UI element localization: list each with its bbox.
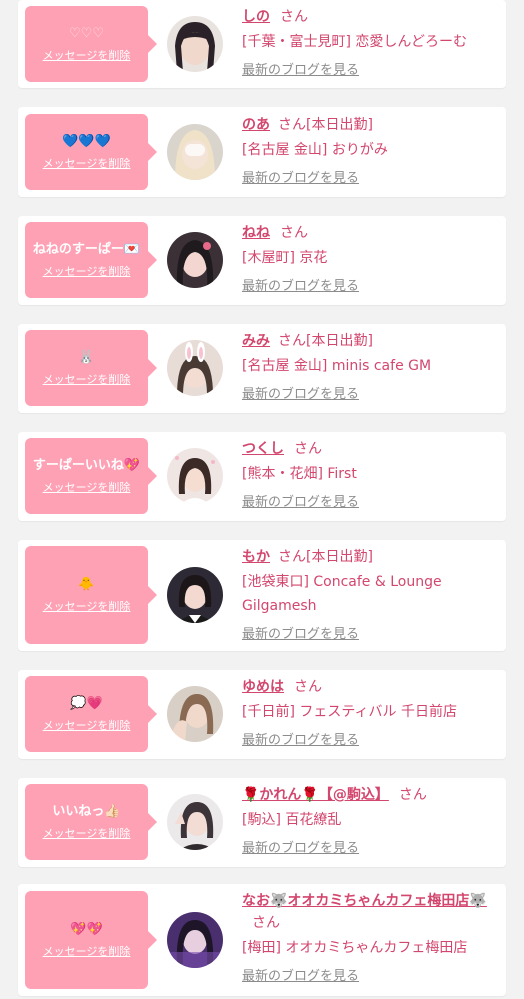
cast-info: なお🐺オオカミちゃんカフェ梅田店🐺 さん [梅田] オオカミちゃんカフェ梅田店 最… (242, 890, 500, 985)
latest-blog-link[interactable]: 最新のブログを見る (242, 732, 500, 749)
delete-message-link[interactable]: メッセージを削除 (43, 373, 131, 387)
shop-name: [千葉・富士見町] 恋愛しんどろーむ (242, 34, 467, 50)
cast-info: ゆめは さん [千日前] フェスティバル 千日前店 最新のブログを見る (242, 676, 500, 749)
message-bubble: ♡♡♡ メッセージを削除 (25, 6, 157, 82)
message-bubble: いいねっ👍🏻 メッセージを削除 (25, 784, 157, 860)
honorific: さん (278, 117, 306, 133)
avatar[interactable] (167, 686, 223, 742)
bubble-message: 💭💗 (70, 696, 103, 711)
honorific: さん (294, 679, 322, 695)
shop-name: [梅田] オオカミちゃんカフェ梅田店 (242, 940, 468, 956)
list-item: 💖💖 メッセージを削除 なお🐺オオカミちゃんカフェ梅田店🐺 さん [梅田] オオカ… (18, 884, 506, 996)
cast-info: ねね さん [木屋町] 京花 最新のブログを見る (242, 222, 500, 295)
status-badge: [本日出勤] (306, 333, 373, 349)
list-item: ねねのすーぱー💌 メッセージを削除 ねね さん [木屋町] 京花 最新のブログを見… (18, 216, 506, 305)
bubble-message: 🐥 (78, 577, 95, 592)
latest-blog-link[interactable]: 最新のブログを見る (242, 968, 500, 985)
cast-info: 🌹かれん🌹【@駒込】 さん [駒込] 百花繚乱 最新のブログを見る (242, 784, 500, 857)
shop-name: [名古屋 金山] おりがみ (242, 142, 388, 158)
cast-info: つくし さん [熊本・花畑] First 最新のブログを見る (242, 438, 500, 511)
avatar[interactable] (167, 448, 223, 504)
honorific: さん (398, 787, 427, 803)
cast-info: のあ さん[本日出勤] [名古屋 金山] おりがみ 最新のブログを見る (242, 114, 500, 187)
status-badge: [本日出勤] (306, 549, 373, 565)
shop-name: [池袋東口] Concafe & Lounge Gilgamesh (242, 574, 442, 614)
avatar[interactable] (167, 794, 223, 850)
cast-info: もか さん[本日出勤] [池袋東口] Concafe & Lounge Gilga… (242, 546, 500, 643)
delete-message-link[interactable]: メッセージを削除 (43, 600, 131, 614)
honorific: さん (280, 225, 308, 241)
cast-name-link[interactable]: なお🐺オオカミちゃんカフェ梅田店🐺 (242, 893, 487, 909)
cast-name-link[interactable]: のあ (242, 117, 270, 133)
latest-blog-link[interactable]: 最新のブログを見る (242, 278, 500, 295)
avatar[interactable] (167, 912, 223, 968)
delete-message-link[interactable]: メッセージを削除 (43, 945, 131, 959)
avatar[interactable] (167, 124, 223, 180)
cast-info: みみ さん[本日出勤] [名古屋 金山] minis cafe GM 最新のブログ… (242, 330, 500, 403)
cast-name-link[interactable]: ねね (242, 225, 270, 241)
delete-message-link[interactable]: メッセージを削除 (43, 827, 131, 841)
latest-blog-link[interactable]: 最新のブログを見る (242, 170, 500, 187)
cast-name-link[interactable]: もか (242, 549, 270, 565)
cast-name-link[interactable]: しの (242, 9, 270, 25)
cast-name-link[interactable]: 🌹かれん🌹【@駒込】 (242, 787, 389, 803)
delete-message-link[interactable]: メッセージを削除 (43, 157, 131, 171)
cast-name-link[interactable]: みみ (242, 333, 270, 349)
list-item: 🐥 メッセージを削除 もか さん[本日出勤] [池袋東口] Concafe & L… (18, 540, 506, 651)
delete-message-link[interactable]: メッセージを削除 (43, 49, 131, 63)
shop-name: [木屋町] 京花 (242, 250, 328, 266)
latest-blog-link[interactable]: 最新のブログを見る (242, 840, 500, 857)
delete-message-link[interactable]: メッセージを削除 (43, 481, 131, 495)
list-item: 💙💙💙 メッセージを削除 のあ さん[本日出勤] [名古屋 金山] おりがみ 最新… (18, 107, 506, 197)
message-bubble: 💭💗 メッセージを削除 (25, 676, 157, 752)
delete-message-link[interactable]: メッセージを削除 (43, 719, 131, 733)
bubble-message: 🐰 (78, 350, 95, 365)
bubble-message: ♡♡♡ (69, 26, 104, 41)
message-bubble: 🐥 メッセージを削除 (25, 546, 157, 644)
honorific: さん (278, 333, 306, 349)
honorific: さん (252, 915, 280, 931)
list-item: ♡♡♡ メッセージを削除 しの さん [千葉・富士見町] 恋愛しんどろーむ 最新の… (18, 0, 506, 88)
message-bubble: 🐰 メッセージを削除 (25, 330, 157, 406)
message-bubble: ねねのすーぱー💌 メッセージを削除 (25, 222, 157, 298)
shop-name: [名古屋 金山] minis cafe GM (242, 358, 432, 374)
message-bubble: 💙💙💙 メッセージを削除 (25, 114, 157, 190)
bubble-message: ねねのすーぱー💌 (32, 242, 141, 257)
delete-message-link[interactable]: メッセージを削除 (43, 265, 131, 279)
honorific: さん (278, 549, 306, 565)
list-item: いいねっ👍🏻 メッセージを削除 🌹かれん🌹【@駒込】 さん [駒込] 百花繚乱 最… (18, 778, 506, 867)
favorites-list: ♡♡♡ メッセージを削除 しの さん [千葉・富士見町] 恋愛しんどろーむ 最新の… (0, 0, 524, 999)
list-item: 🐰 メッセージを削除 みみ さん[本日出勤] [名古屋 金山] minis caf… (18, 324, 506, 413)
latest-blog-link[interactable]: 最新のブログを見る (242, 626, 500, 643)
latest-blog-link[interactable]: 最新のブログを見る (242, 386, 500, 403)
shop-name: [千日前] フェスティバル 千日前店 (242, 704, 457, 720)
shop-name: [熊本・花畑] First (242, 466, 357, 482)
message-bubble: すーぱーいいね💖 メッセージを削除 (25, 438, 157, 514)
honorific: さん (294, 441, 322, 457)
avatar[interactable] (167, 16, 223, 72)
latest-blog-link[interactable]: 最新のブログを見る (242, 494, 500, 511)
status-badge: [本日出勤] (306, 117, 373, 133)
list-item: すーぱーいいね💖 メッセージを削除 つくし さん [熊本・花畑] First 最新… (18, 432, 506, 521)
avatar[interactable] (167, 340, 223, 396)
avatar[interactable] (167, 567, 223, 623)
bubble-message: 💙💙💙 (62, 134, 111, 149)
shop-name: [駒込] 百花繚乱 (242, 812, 342, 828)
bubble-message: 💖💖 (70, 922, 103, 937)
bubble-message: すーぱーいいね💖 (32, 458, 141, 473)
list-item: 💭💗 メッセージを削除 ゆめは さん [千日前] フェスティバル 千日前店 最新の… (18, 670, 506, 759)
latest-blog-link[interactable]: 最新のブログを見る (242, 62, 500, 79)
avatar[interactable] (167, 232, 223, 288)
cast-name-link[interactable]: つくし (242, 441, 284, 457)
cast-name-link[interactable]: ゆめは (242, 679, 284, 695)
honorific: さん (280, 9, 308, 25)
cast-info: しの さん [千葉・富士見町] 恋愛しんどろーむ 最新のブログを見る (242, 6, 500, 79)
bubble-message: いいねっ👍🏻 (52, 804, 121, 819)
message-bubble: 💖💖 メッセージを削除 (25, 891, 157, 989)
